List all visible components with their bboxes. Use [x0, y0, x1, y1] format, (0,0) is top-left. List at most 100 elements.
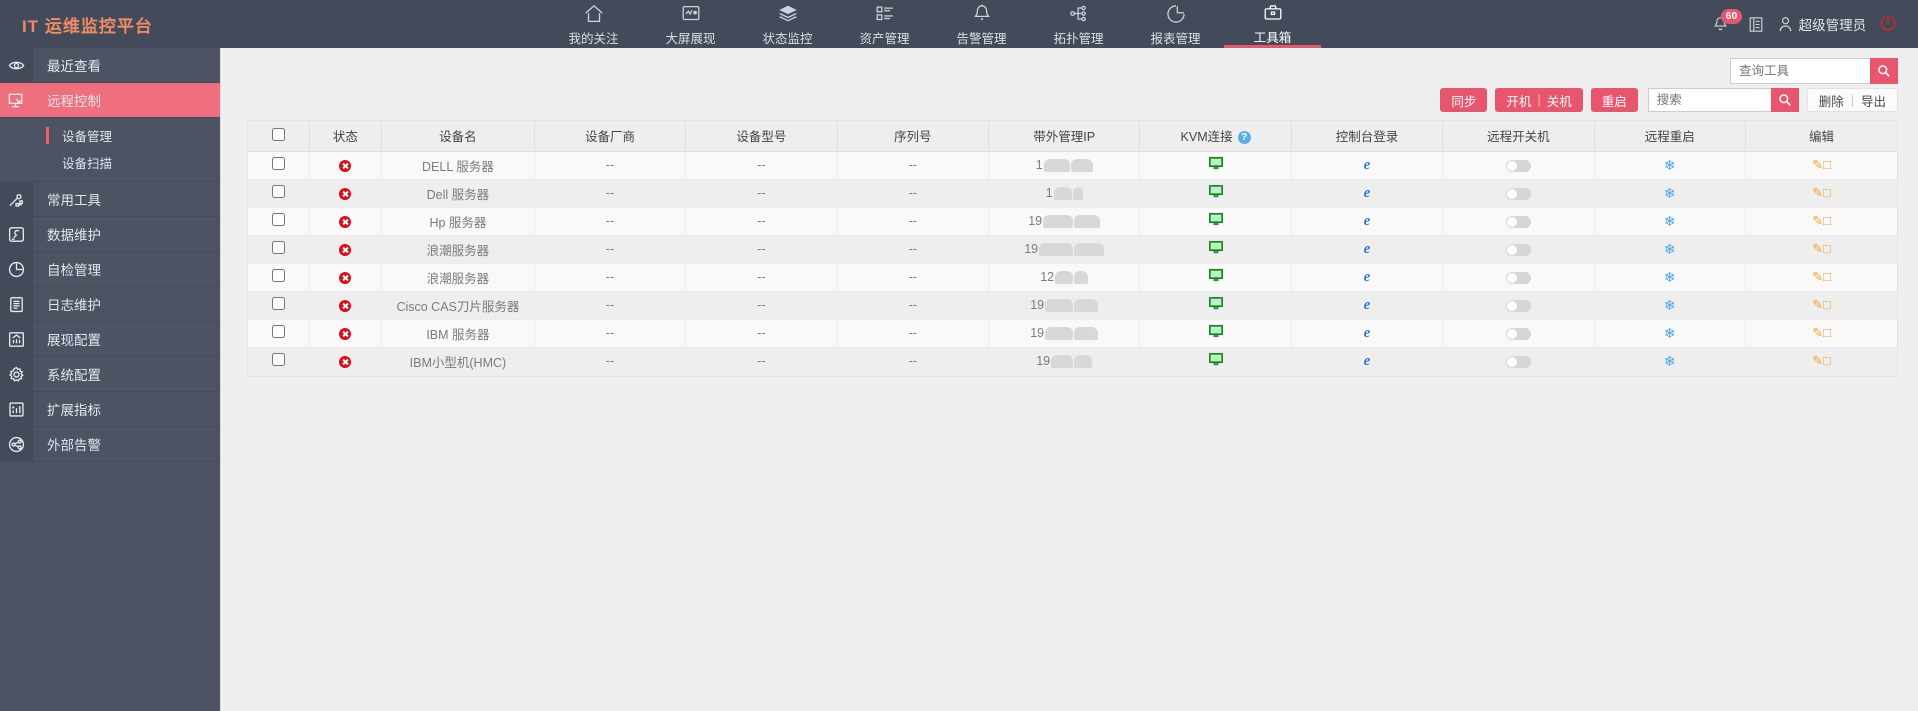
ie-browser-icon[interactable]: e — [1364, 325, 1371, 341]
ie-browser-icon[interactable]: e — [1364, 353, 1371, 369]
remote-restart-icon[interactable]: ❄ — [1664, 325, 1676, 341]
row-checkbox[interactable] — [271, 157, 285, 170]
remote-power-toggle[interactable] — [1505, 243, 1531, 256]
table-row[interactable]: 浪潮服务器 -- -- -- 12 e ❄ ✎□ — [248, 263, 1897, 292]
nav-item-1[interactable]: 大屏展现 — [642, 0, 739, 48]
nav-item-6[interactable]: 报表管理 — [1127, 0, 1224, 48]
nav-item-0[interactable]: 我的关注 — [545, 0, 642, 48]
kvm-monitor-icon[interactable] — [1208, 297, 1223, 310]
restart-button[interactable]: 重启 — [1590, 88, 1638, 112]
kvm-monitor-icon[interactable] — [1208, 325, 1223, 338]
remote-restart-icon[interactable]: ❄ — [1664, 297, 1676, 313]
ie-browser-icon[interactable]: e — [1364, 269, 1371, 285]
row-checkbox[interactable] — [271, 241, 285, 254]
query-tool-row — [221, 48, 1918, 84]
table-search-input[interactable] — [1647, 88, 1771, 112]
table-row[interactable]: IBM 服务器 -- -- -- 19 e ❄ ✎□ — [248, 319, 1897, 348]
bar-plus-icon — [0, 392, 33, 426]
table-row[interactable]: Cisco CAS刀片服务器 -- -- -- 19 e ❄ ✎□ — [248, 291, 1897, 320]
docs-icon[interactable] — [1748, 16, 1764, 33]
row-checkbox[interactable] — [271, 325, 285, 338]
sidebar-item-5[interactable]: 日志维护 — [0, 287, 220, 322]
sidebar-item-9[interactable]: 外部告警 — [0, 427, 220, 462]
ie-browser-icon[interactable]: e — [1364, 185, 1371, 201]
model-cell: -- — [685, 207, 838, 236]
remote-power-toggle[interactable] — [1505, 271, 1531, 284]
kvm-monitor-icon[interactable] — [1208, 213, 1223, 226]
edit-icon[interactable]: ✎□ — [1812, 157, 1831, 172]
status-cell — [309, 263, 383, 292]
kvm-monitor-icon[interactable] — [1208, 241, 1223, 254]
remote-restart-icon[interactable]: ❄ — [1664, 185, 1676, 201]
remote-power-toggle[interactable] — [1505, 299, 1531, 312]
select-all-checkbox[interactable] — [271, 127, 285, 141]
table-row[interactable]: Hp 服务器 -- -- -- 19 e ❄ ✎□ — [248, 207, 1897, 236]
edit-icon[interactable]: ✎□ — [1812, 269, 1831, 284]
delete-export-button[interactable]: 删除 | 导出 — [1806, 88, 1898, 112]
sidebar-item-6[interactable]: 展现配置 — [0, 322, 220, 357]
edit-icon[interactable]: ✎□ — [1812, 241, 1831, 256]
remote-restart-icon[interactable]: ❄ — [1664, 157, 1676, 173]
user-menu[interactable]: 超级管理员 — [1778, 14, 1866, 34]
row-checkbox[interactable] — [271, 213, 285, 226]
row-checkbox[interactable] — [271, 269, 285, 282]
row-checkbox[interactable] — [271, 185, 285, 198]
nav-item-3[interactable]: 资产管理 — [836, 0, 933, 48]
edit-icon[interactable]: ✎□ — [1812, 213, 1831, 228]
sidebar-item-3[interactable]: 数据维护 — [0, 217, 220, 252]
remote-power-toggle[interactable] — [1505, 215, 1531, 228]
table-row[interactable]: 浪潮服务器 -- -- -- 19 e ❄ ✎□ — [248, 235, 1897, 264]
sidebar-item-7[interactable]: 系统配置 — [0, 357, 220, 392]
remote-restart-icon[interactable]: ❄ — [1664, 241, 1676, 257]
row-checkbox[interactable] — [271, 353, 285, 366]
power-on-off-button[interactable]: 开机 | 关机 — [1495, 88, 1583, 112]
kvm-monitor-icon[interactable] — [1208, 353, 1223, 366]
sidebar-item-0[interactable]: 最近查看 — [0, 48, 220, 83]
remote-power-toggle[interactable] — [1505, 187, 1531, 200]
edit-icon[interactable]: ✎□ — [1812, 185, 1831, 200]
sidebar-item-1[interactable]: 远程控制 — [0, 83, 220, 118]
status-error-icon — [339, 187, 352, 200]
remote-power-toggle[interactable] — [1505, 327, 1531, 340]
table-search-button[interactable] — [1770, 88, 1799, 112]
ie-browser-icon[interactable]: e — [1364, 241, 1371, 257]
nav-item-7[interactable]: 工具箱 — [1224, 0, 1321, 48]
query-tool-input[interactable] — [1730, 57, 1870, 84]
table-row[interactable]: DELL 服务器 -- -- -- 1 e ❄ ✎□ — [248, 151, 1897, 180]
kvm-monitor-icon[interactable] — [1208, 185, 1223, 198]
sidebar-subitem-1[interactable]: 设备扫描 — [0, 149, 220, 176]
main-nav: 我的关注 大屏展现 状态监控 资产管理 告警管理 拓扑管理 报表管理 工具箱 — [268, 0, 1598, 48]
sync-button[interactable]: 同步 — [1440, 88, 1488, 112]
edit-icon[interactable]: ✎□ — [1812, 325, 1831, 340]
kvm-monitor-icon[interactable] — [1208, 269, 1223, 282]
sidebar-subitem-0[interactable]: 设备管理 — [0, 122, 220, 149]
nav-item-5[interactable]: 拓扑管理 — [1030, 0, 1127, 48]
nav-item-4[interactable]: 告警管理 — [933, 0, 1030, 48]
sidebar-item-4[interactable]: 自检管理 — [0, 252, 220, 287]
kvm-monitor-icon[interactable] — [1208, 157, 1223, 170]
model-cell: -- — [685, 291, 838, 320]
column-header-label: 远程重启 — [1644, 130, 1695, 145]
sidebar-item-8[interactable]: 扩展指标 — [0, 392, 220, 427]
notification-bell[interactable]: 60 — [1712, 9, 1743, 36]
ie-browser-icon[interactable]: e — [1364, 157, 1371, 173]
remote-restart-icon[interactable]: ❄ — [1664, 353, 1676, 369]
remote-power-toggle[interactable] — [1505, 355, 1531, 368]
query-tool-search-button[interactable] — [1870, 57, 1898, 84]
ie-browser-icon[interactable]: e — [1364, 297, 1371, 313]
logout-power-button[interactable]: ⏻ — [1880, 14, 1896, 34]
nav-item-2[interactable]: 状态监控 — [739, 0, 836, 48]
help-icon[interactable]: ? — [1237, 131, 1251, 145]
ie-browser-icon[interactable]: e — [1364, 213, 1371, 229]
vendor-cell: -- — [534, 291, 687, 320]
table-row[interactable]: Dell 服务器 -- -- -- 1 e ❄ ✎□ — [248, 179, 1897, 208]
remote-restart-icon[interactable]: ❄ — [1664, 269, 1676, 285]
sidebar-item-2[interactable]: 常用工具 — [0, 182, 220, 217]
row-checkbox[interactable] — [271, 297, 285, 310]
remote-restart-icon[interactable]: ❄ — [1664, 213, 1676, 229]
edit-icon[interactable]: ✎□ — [1812, 297, 1831, 312]
device-name-cell: IBM小型机(HMC) — [381, 347, 535, 376]
edit-icon[interactable]: ✎□ — [1812, 353, 1831, 368]
table-row[interactable]: IBM小型机(HMC) -- -- -- 19 e ❄ ✎□ — [248, 347, 1897, 376]
remote-power-toggle[interactable] — [1505, 159, 1531, 172]
